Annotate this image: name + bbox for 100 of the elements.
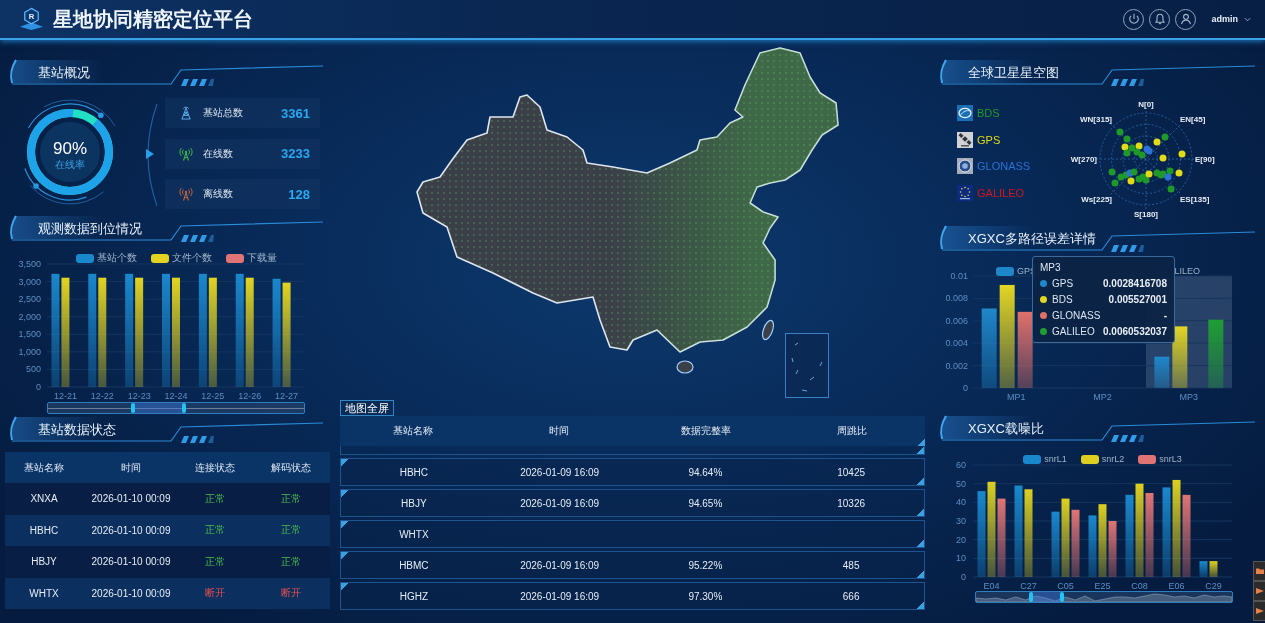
axis-label: 1,000 — [18, 346, 41, 357]
user-icon — [1180, 13, 1192, 25]
series-name: GALILEO — [1052, 325, 1095, 337]
tool-button[interactable] — [1253, 581, 1265, 601]
axis-label: MP1 — [1006, 392, 1026, 402]
system-label: GPS — [977, 133, 1001, 146]
legend-label: snrL1 — [1044, 454, 1067, 464]
tooltip-title: MP3 — [1040, 262, 1061, 273]
axis-label: MP3 — [1179, 392, 1199, 402]
pointer-icon — [146, 149, 154, 159]
stripes-icon — [178, 235, 214, 242]
legend-label: 文件个数 — [171, 251, 212, 265]
app-title: 星地协同精密定位平台 — [53, 8, 253, 30]
series-value: 0.0028416708 — [1103, 277, 1167, 289]
bar — [1051, 511, 1060, 577]
legend-label: 基站个数 — [96, 251, 137, 265]
axis-label: 500 — [25, 364, 41, 375]
stat-label: 基站总数 — [203, 106, 243, 120]
status-cell-text: 正常 — [279, 554, 302, 569]
section-title: 基站概况 — [38, 64, 90, 80]
table-cell-text: 2026-01-10 00:09 — [90, 587, 172, 599]
bar — [1209, 561, 1218, 577]
user-menu-button[interactable]: admin — [1211, 14, 1251, 24]
axis-label: C08 — [1131, 581, 1148, 590]
slider-handle[interactable] — [1028, 592, 1033, 602]
axis-label: C05 — [1057, 581, 1074, 590]
stripes-icon — [1108, 245, 1144, 252]
table-cell-text: 10425 — [836, 466, 867, 478]
column-header: 时间 — [120, 460, 142, 475]
tool-button[interactable] — [1253, 561, 1265, 581]
stat-value: 3361 — [281, 105, 310, 121]
stat-label: 离线数 — [203, 187, 233, 201]
axis-label: 60 — [956, 460, 966, 470]
bar — [1208, 319, 1224, 388]
bar — [1108, 521, 1117, 577]
axis-label: 2,000 — [18, 311, 41, 322]
slider-handle[interactable] — [131, 403, 136, 413]
table-cell-text: WHTX — [398, 528, 430, 540]
table-cell-text: XNXA — [29, 493, 59, 505]
table-cell-text: 2026-01-10 00:09 — [90, 524, 172, 536]
series-value: 0.0060532037 — [1103, 325, 1167, 337]
power-icon — [1128, 13, 1140, 25]
tool-button[interactable] — [1253, 601, 1265, 621]
axis-label: E06 — [1168, 581, 1185, 590]
antenna-icon — [179, 146, 193, 161]
section-title: XGXC载噪比 — [968, 420, 1044, 436]
axis-label: 3,000 — [18, 276, 41, 287]
stripes-icon — [178, 436, 214, 443]
system-label: GLONASS — [977, 160, 1031, 172]
axis-label: 0.006 — [945, 315, 968, 326]
zoom-slider[interactable] — [975, 591, 1233, 603]
tower-icon — [179, 106, 193, 120]
bell-icon — [1154, 13, 1166, 25]
legend-label: 下载量 — [246, 251, 277, 265]
direction-label: S[180] — [1134, 210, 1158, 219]
status-cell-text: 正常 — [204, 491, 226, 506]
axis-label: 0 — [36, 382, 41, 392]
table-cell-text: 2026-01-09 16:09 — [519, 559, 601, 571]
axis-label: 12-27 — [275, 391, 299, 401]
section-title: 全球卫星星空图 — [968, 64, 1059, 80]
slider-handle[interactable] — [1060, 592, 1065, 602]
zoom-slider[interactable] — [47, 402, 305, 414]
axis-label: 2,500 — [18, 294, 41, 305]
axis-label: 40 — [956, 497, 966, 508]
table-cell-text: 95.22% — [687, 559, 724, 571]
direction-label: ES[135] — [1180, 195, 1210, 204]
caret-icon — [1244, 16, 1251, 22]
stat-value: 128 — [288, 186, 310, 202]
stat-label: 在线数 — [203, 146, 233, 161]
map-fullscreen-button[interactable]: 地图全屏 — [340, 400, 394, 416]
slider-handle[interactable] — [181, 403, 186, 413]
section-title: XGXC多路径误差详情 — [968, 230, 1096, 246]
column-header: 时间 — [548, 424, 571, 438]
axis-label: 0 — [961, 572, 966, 582]
axis-label: 0.004 — [945, 338, 968, 349]
section-title: 基站数据状态 — [38, 421, 116, 437]
axis-label: 12-25 — [201, 391, 225, 401]
axis-label: 0.008 — [945, 293, 968, 304]
status-cell-text: 正常 — [279, 491, 302, 506]
direction-label: Ws[225] — [1081, 195, 1112, 204]
axis-label: 50 — [956, 478, 966, 489]
column-header: 周跳比 — [835, 424, 868, 438]
section-title: 观测数据到位情况 — [38, 220, 142, 236]
gauge-value: 90% — [53, 139, 87, 158]
direction-label: W[270] — [1070, 155, 1097, 164]
direction-label: E[90] — [1195, 155, 1215, 164]
status-cell-text: 断开 — [204, 586, 226, 601]
table-cell-text: 94.64% — [687, 466, 724, 478]
system-label: BDS — [977, 107, 1000, 119]
axis-label: 12-23 — [127, 391, 151, 401]
series-name: GLONASS — [1052, 309, 1101, 321]
table-cell-text: HBHC — [28, 524, 60, 536]
globe-icon — [957, 105, 973, 121]
axis-label: E25 — [1094, 581, 1111, 590]
legend-label: LILEO — [1174, 266, 1200, 276]
table-cell-text: 485 — [841, 559, 861, 571]
bar — [1071, 509, 1080, 577]
table-cell-text: HBHC — [398, 466, 430, 478]
bar — [1172, 326, 1188, 388]
legend-label: snrL2 — [1101, 454, 1125, 464]
